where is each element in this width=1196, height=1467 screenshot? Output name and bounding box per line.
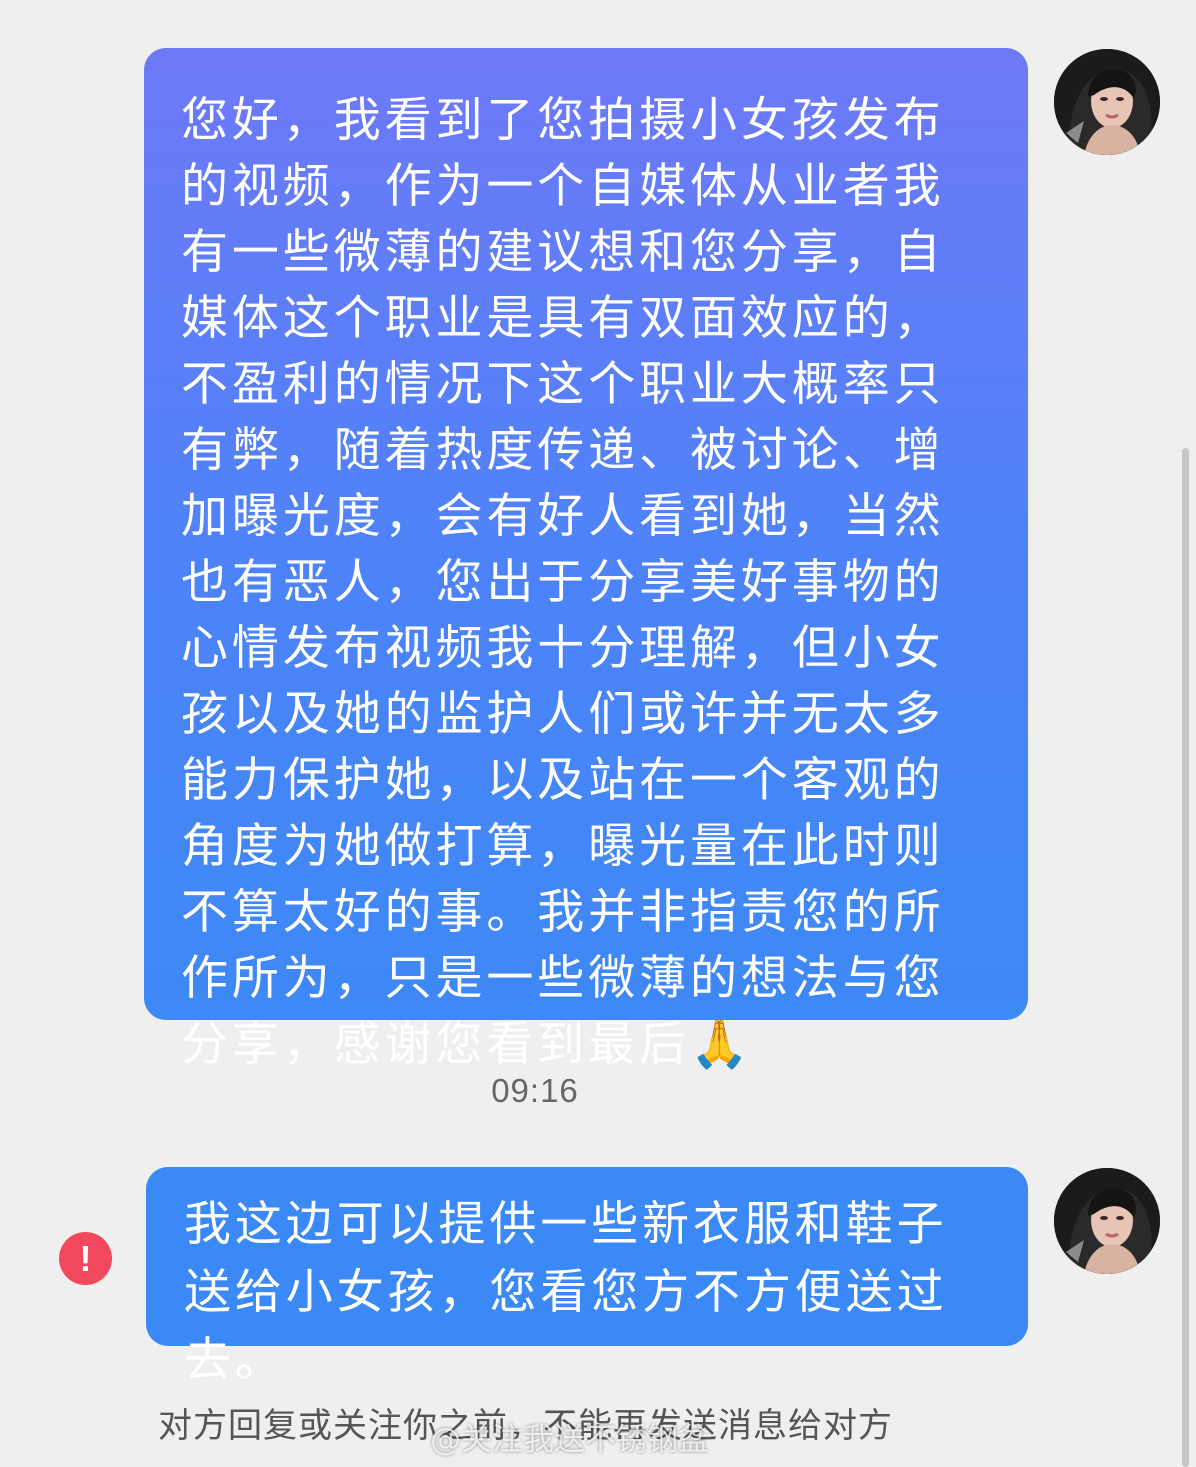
- send-failed-icon[interactable]: !: [59, 1232, 112, 1285]
- avatar-image: [1054, 1168, 1160, 1274]
- message-timestamp: 09:16: [491, 1072, 579, 1109]
- user-avatar[interactable]: [1054, 1168, 1160, 1274]
- sent-message-bubble[interactable]: 您好，我看到了您拍摄小女孩发布的视频，作为一个自媒体从业者我有一些微薄的建议想和…: [144, 48, 1028, 1072]
- user-avatar[interactable]: [1054, 49, 1160, 155]
- scrollbar[interactable]: [1182, 448, 1189, 1467]
- failed-message-bubble[interactable]: 我这边可以提供一些新衣服和鞋子送给小女孩，您看您方不方便送过去。: [146, 1167, 1028, 1388]
- watermark: @关注我送不锈钢盆: [430, 1422, 709, 1458]
- avatar-image: [1054, 49, 1160, 155]
